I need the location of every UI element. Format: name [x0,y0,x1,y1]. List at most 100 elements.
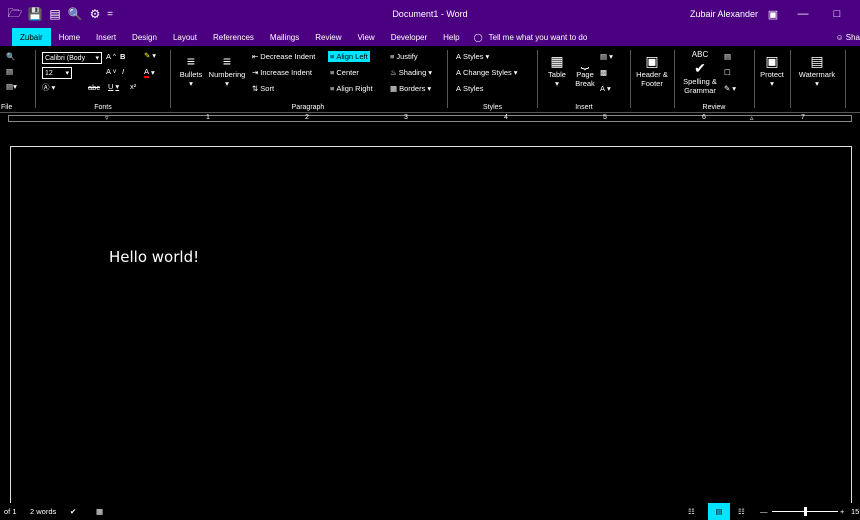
thesaurus-button[interactable]: ▤ [724,52,731,61]
group-divider [630,50,631,108]
shrink-font-button[interactable]: Av [106,67,116,76]
tab-help[interactable]: Help [435,28,467,46]
wordart-icon: A [600,84,606,93]
highlight-button[interactable]: ✎ ▾ [144,51,156,60]
print-preview-icon[interactable]: 🔍 [66,5,84,23]
styles-pane-button[interactable]: А Styles [456,84,483,93]
zoom-out-icon[interactable]: — [760,503,768,520]
focus-mode-icon[interactable]: ☷ [688,503,695,520]
numbering-button[interactable]: ≡ Numbering ▾ [206,52,248,88]
tab-zubair[interactable]: Zubair [12,28,51,46]
customize-qat-icon[interactable]: = [106,9,114,20]
save-icon[interactable]: ▤ [46,5,64,23]
status-bar: of 1 2 words ✔ ▦ ☷ ▤ ☷ — + 15 [0,503,860,520]
decrease-indent-button[interactable]: ⇤ Decrease Indent [252,52,315,61]
styles-gallery-button[interactable]: А Styles ▾ [456,52,489,61]
macro-recording-icon[interactable]: ▦ [96,503,103,520]
web-layout-view-icon[interactable]: ☷ [738,503,745,520]
open-folder-icon[interactable]: 🗁 [6,5,24,23]
comment-button[interactable]: ☐ [724,68,731,77]
quick-parts-button[interactable]: ▩ [600,68,607,77]
right-indent-marker-icon[interactable]: ▵ [750,114,756,125]
justify-label: Justify [396,52,418,61]
save-as-button[interactable]: ▤▾ [6,82,17,91]
text-effects-icon: Ⓐ [42,83,50,92]
page-break-button[interactable]: ⏟ Page Break [572,52,598,88]
align-left-button[interactable]: ≡ Align Left [328,51,370,62]
grow-font-button[interactable]: A ^ [106,52,116,61]
wordart-button[interactable]: A ▾ [600,84,611,93]
document-page[interactable]: Hello world! [10,146,852,506]
proofing-icon[interactable]: ✔ [70,503,76,520]
font-color-button[interactable]: A ▾ [144,67,155,78]
underline-button[interactable]: U ▾ [108,82,119,91]
borders-button[interactable]: ▦ Borders ▾ [390,84,431,93]
print-layout-view-icon[interactable]: ▤ [708,503,730,520]
spelling-label-1: Spelling & [683,77,717,86]
tab-mailings[interactable]: Mailings [262,28,307,46]
styles-icon: А [456,52,462,61]
text-effects-button[interactable]: Ⓐ ▾ [42,82,55,93]
ribbon-display-options-icon[interactable]: ▣ [758,0,788,28]
align-right-icon: ≡ [330,84,335,93]
tab-review[interactable]: Review [307,28,349,46]
bold-button[interactable]: B [120,52,125,61]
shading-button[interactable]: ♨ Shading ▾ [390,68,432,77]
zoom-in-icon[interactable]: + [840,503,844,520]
table-icon: ▦ [550,53,564,69]
change-styles-button[interactable]: А Change Styles ▾ [456,68,518,77]
text-box-button[interactable]: ▤ ▾ [600,52,613,61]
header-footer-button[interactable]: ▣ Header & Footer [632,52,672,88]
lightbulb-icon: ◯ [473,32,483,42]
protect-button[interactable]: ▣ Protect ▾ [756,52,788,88]
tab-home[interactable]: Home [51,28,88,46]
document-text[interactable]: Hello world! [109,248,199,266]
align-right-button[interactable]: ≡ Align Right [330,84,373,93]
increase-indent-button[interactable]: ⇥ Increase Indent [252,68,312,77]
insert-group-label: Insert [575,104,593,111]
table-button[interactable]: ▦ Table ▾ [544,52,570,88]
tab-references[interactable]: References [205,28,262,46]
tab-design[interactable]: Design [124,28,165,46]
bullets-icon: ≡ [186,53,196,69]
zoom-level[interactable]: 15 [851,503,859,520]
center-button[interactable]: ≡ Center [330,68,359,77]
track-changes-button[interactable]: ✎ ▾ [724,84,736,93]
superscript-button[interactable]: x² [130,82,136,91]
print-preview-button[interactable]: 🔍 [6,52,15,61]
tab-developer[interactable]: Developer [383,28,435,46]
share-button[interactable]: ☺ Sha [836,28,860,46]
watermark-button[interactable]: ▤ Watermark ▾ [792,52,842,88]
group-divider [170,50,171,108]
chevron-down-icon: ▾ [770,79,774,88]
horizontal-ruler[interactable]: ▿ ▵ 1 2 3 4 5 6 7 [0,113,860,125]
shading-label: Shading [398,68,427,77]
word-count[interactable]: 2 words [30,503,56,520]
sort-button[interactable]: ⇅ Sort [252,84,274,93]
font-size-value: 12 [45,69,53,77]
italic-button[interactable]: I [122,67,124,76]
tab-insert[interactable]: Insert [88,28,124,46]
tab-layout[interactable]: Layout [165,28,205,46]
justify-button[interactable]: ≡ Justify [390,52,418,61]
zoom-slider-thumb[interactable] [804,507,807,516]
spelling-label-2: Grammar [684,86,716,95]
indent-marker-icon[interactable]: ▿ [105,114,111,125]
paint-format-icon[interactable]: ⚙ [86,5,104,23]
ruler-number: 4 [504,114,508,121]
font-size-combo[interactable]: 12 ▾ [42,67,72,79]
font-name-combo[interactable]: Calibri (Body ▾ [42,52,102,64]
spelling-grammar-button[interactable]: ABC ✔ Spelling & Grammar [678,50,722,95]
tell-me-box[interactable]: ◯ Tell me what you want to do [468,33,588,42]
strikethrough-button[interactable]: abc [88,83,100,92]
minimize-icon[interactable]: — [788,0,818,28]
file-group: 🔍 ▤ ▤▾ File [0,46,32,113]
user-name[interactable]: Zubair Alexander [690,9,758,19]
bullets-button[interactable]: ≡ Bullets ▾ [176,52,206,88]
save-button[interactable]: ▤ [6,67,13,76]
maximize-icon[interactable]: □ [822,0,852,28]
numbering-label: Numbering [208,70,246,79]
save-as-icon[interactable]: 💾 [26,5,44,23]
tab-view[interactable]: View [349,28,382,46]
page-count[interactable]: of 1 [4,503,17,520]
